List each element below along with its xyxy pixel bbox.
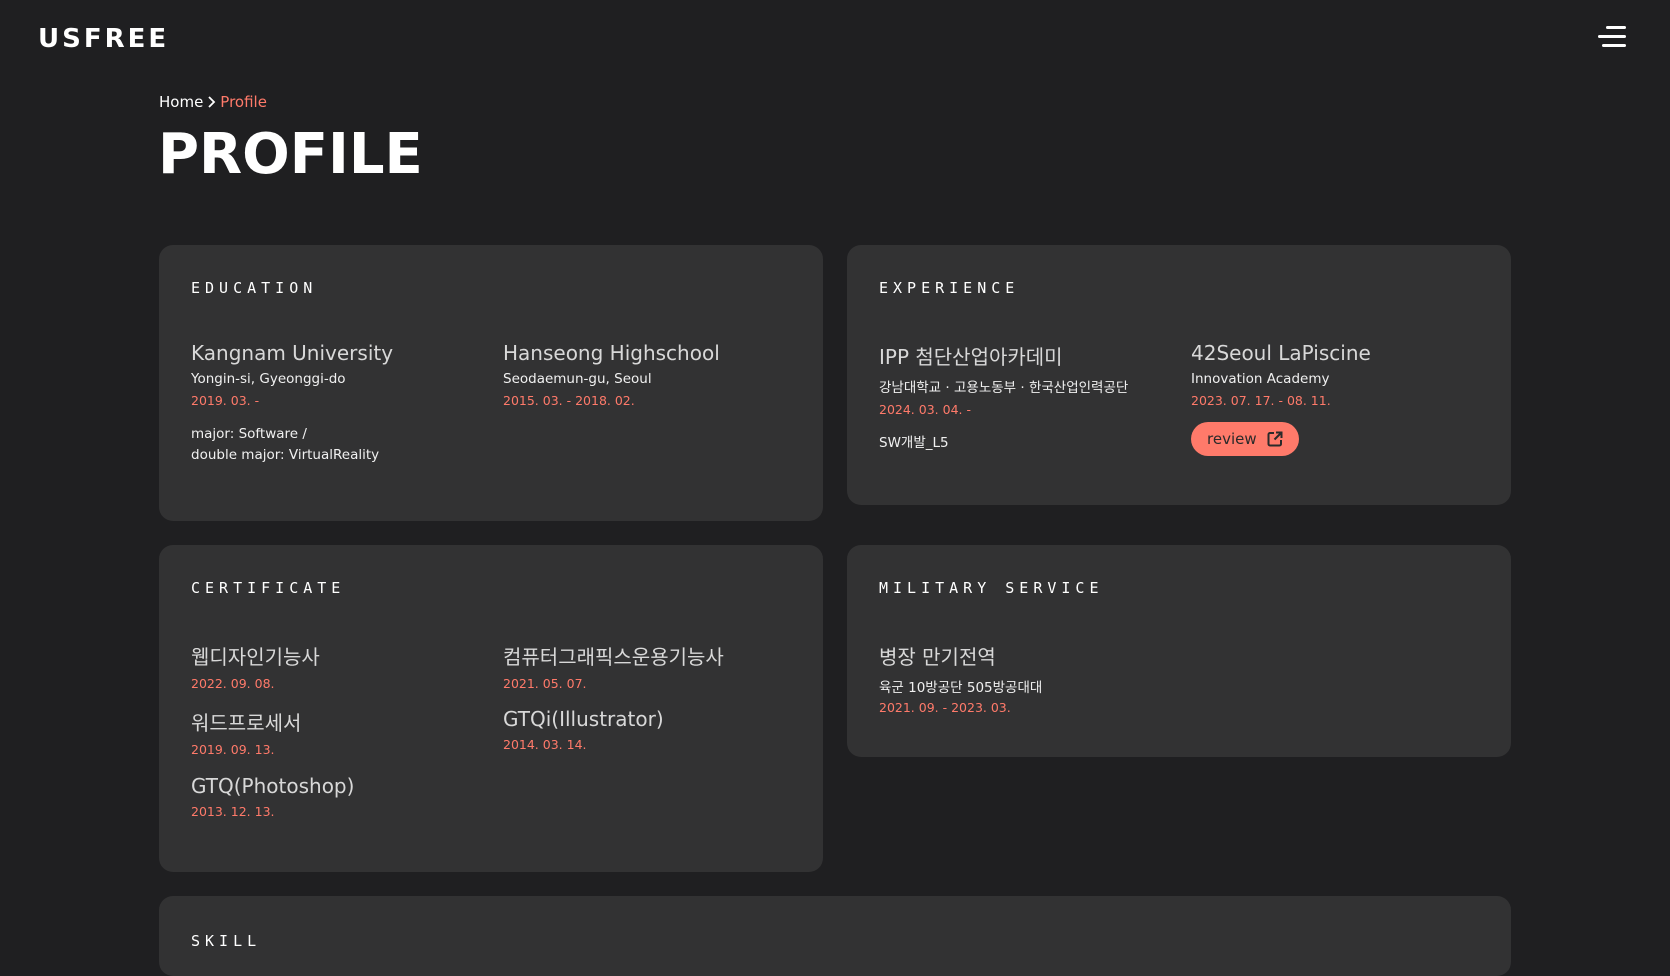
education-title: EDUCATION	[191, 279, 318, 297]
certificate-item: GTQi(Illustrator) 2014. 03. 14.	[503, 707, 664, 752]
education-name: Hanseong Highschool	[503, 341, 720, 365]
military-name: 병장 만기전역	[879, 645, 996, 669]
experience-date: 2024. 03. 04. -	[879, 402, 971, 417]
experience-item: IPP 첨단산업아카데미 강남대학교 · 고용노동부 · 한국산업인력공단 20…	[879, 341, 1128, 454]
certificate-name: 웹디자인기능사	[191, 645, 320, 669]
experience-name: 42Seoul LaPiscine	[1191, 341, 1371, 365]
certificate-item: 웹디자인기능사 2022. 09. 08.	[191, 641, 320, 691]
experience-item: 42Seoul LaPiscine Innovation Academy 202…	[1191, 341, 1371, 456]
education-date: 2015. 03. - 2018. 02.	[503, 393, 635, 408]
hamburger-menu-icon[interactable]	[1596, 26, 1626, 48]
experience-card: EXPERIENCE IPP 첨단산업아카데미 강남대학교 · 고용노동부 · …	[847, 245, 1511, 505]
certificate-date: 2013. 12. 13.	[191, 804, 275, 819]
certificate-item: 컴퓨터그래픽스운용기능사 2021. 05. 07.	[503, 641, 724, 691]
military-title: MILITARY SERVICE	[879, 579, 1104, 597]
certificate-title: CERTIFICATE	[191, 579, 346, 597]
military-date: 2021. 09. - 2023. 03.	[879, 700, 1011, 715]
experience-date: 2023. 07. 17. - 08. 11.	[1191, 393, 1331, 408]
education-note: major: Software / double major: VirtualR…	[191, 424, 393, 466]
skill-card: SKILL	[159, 896, 1511, 976]
external-link-icon	[1267, 431, 1283, 447]
page-title: PROFILE	[158, 122, 423, 187]
education-note-major: major: Software /	[191, 426, 307, 442]
review-button-label: review	[1207, 430, 1257, 448]
header: USFREE	[0, 0, 1670, 80]
certificate-name: 워드프로세서	[191, 711, 302, 735]
logo[interactable]: USFREE	[38, 24, 169, 54]
experience-name: IPP 첨단산업아카데미	[879, 345, 1063, 369]
experience-org: Innovation Academy	[1191, 371, 1330, 387]
chevron-right-icon	[208, 96, 216, 108]
certificate-name: GTQi(Illustrator)	[503, 707, 664, 731]
certificate-name: 컴퓨터그래픽스운용기능사	[503, 645, 724, 669]
certificate-date: 2021. 05. 07.	[503, 676, 587, 691]
education-date: 2019. 03. -	[191, 393, 260, 408]
certificate-item: GTQ(Photoshop) 2013. 12. 13.	[191, 774, 354, 819]
breadcrumb: Home Profile	[159, 93, 267, 111]
certificate-date: 2019. 09. 13.	[191, 742, 275, 757]
education-item: Kangnam University Yongin-si, Gyeonggi-d…	[191, 341, 393, 466]
certificate-card: CERTIFICATE 웹디자인기능사 2022. 09. 08. 컴퓨터그래픽…	[159, 545, 823, 872]
military-item: 병장 만기전역 육군 10방공단 505방공대대 2021. 09. - 202…	[879, 641, 1042, 715]
education-item: Hanseong Highschool Seodaemun-gu, Seoul …	[503, 341, 720, 408]
military-card: MILITARY SERVICE 병장 만기전역 육군 10방공단 505방공대…	[847, 545, 1511, 757]
military-unit: 육군 10방공단 505방공대대	[879, 680, 1043, 696]
breadcrumb-home-link[interactable]: Home	[159, 93, 203, 111]
education-location: Seodaemun-gu, Seoul	[503, 371, 652, 387]
education-location: Yongin-si, Gyeonggi-do	[191, 371, 346, 387]
education-name: Kangnam University	[191, 341, 394, 365]
certificate-date: 2022. 09. 08.	[191, 676, 275, 691]
skill-title: SKILL	[191, 932, 262, 950]
education-card: EDUCATION Kangnam University Yongin-si, …	[159, 245, 823, 521]
breadcrumb-current: Profile	[220, 93, 267, 111]
experience-note: SW개발_L5	[879, 435, 949, 451]
certificate-date: 2014. 03. 14.	[503, 737, 587, 752]
experience-title: EXPERIENCE	[879, 279, 1020, 297]
certificate-item: 워드프로세서 2019. 09. 13.	[191, 707, 301, 757]
certificate-name: GTQ(Photoshop)	[191, 774, 355, 798]
review-button[interactable]: review	[1191, 422, 1299, 456]
education-note-double-major: double major: VirtualReality	[191, 447, 380, 463]
experience-org: 강남대학교 · 고용노동부 · 한국산업인력공단	[879, 380, 1129, 396]
